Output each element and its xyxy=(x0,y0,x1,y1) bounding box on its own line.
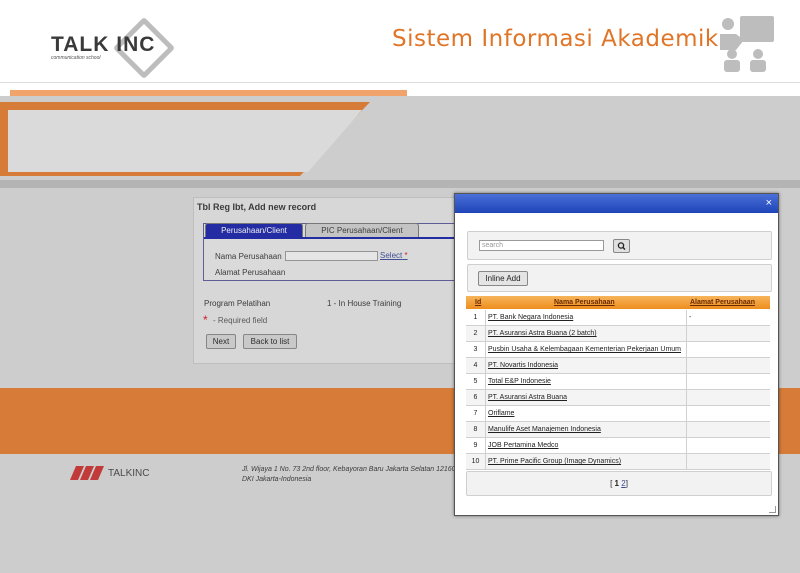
table-row[interactable]: 7 Oriflame xyxy=(466,406,770,422)
row-id: 2 xyxy=(466,326,486,341)
row-address xyxy=(686,326,770,341)
footer-address-line1: Jl. Wijaya 1 No. 73 2nd floor, Kebayoran… xyxy=(242,466,458,473)
program-pelatihan-label: Program Pelatihan xyxy=(204,299,271,308)
row-address xyxy=(686,454,770,469)
nama-perusahaan-input[interactable] xyxy=(285,251,378,261)
row-company-link[interactable]: PT. Bank Negara Indonesia xyxy=(488,310,685,325)
logo-card xyxy=(8,110,308,172)
row-company-link[interactable]: PT. Novartis Indonesia xyxy=(488,358,685,373)
row-id: 8 xyxy=(466,422,486,437)
select-company-link[interactable]: Select * xyxy=(380,251,408,260)
logo-tagline: communication school xyxy=(51,55,101,61)
row-company-link[interactable]: PT. Prime Pacific Group (Image Dynamics) xyxy=(488,454,685,469)
required-star: * xyxy=(404,251,408,260)
program-pelatihan-value: 1 - In House Training xyxy=(327,299,402,308)
table-row[interactable]: 1 PT. Bank Negara Indonesia - xyxy=(466,310,770,326)
pager-open-bracket: [ xyxy=(610,479,613,488)
row-address xyxy=(686,374,770,389)
table-row[interactable]: 9 JOB Pertamina Medco xyxy=(466,438,770,454)
search-toolbar: search xyxy=(467,231,772,260)
grid-header: Id Nama Perusahaan Alamat Perusahaan xyxy=(466,296,770,309)
row-company-link[interactable]: Total E&P Indonesie xyxy=(488,374,685,389)
search-input[interactable]: search xyxy=(479,240,604,251)
row-company-link[interactable]: PT. Asuransi Astra Buana (2 batch) xyxy=(488,326,685,341)
row-id: 5 xyxy=(466,374,486,389)
table-row[interactable]: 10 PT. Prime Pacific Group (Image Dynami… xyxy=(466,454,770,470)
inline-add-toolbar: Inline Add xyxy=(467,264,772,292)
required-note: - Required field xyxy=(213,316,268,325)
required-asterisk-icon: * xyxy=(203,313,208,327)
row-address xyxy=(686,342,770,357)
search-icon xyxy=(617,242,626,250)
header-bottom-bar xyxy=(0,180,800,188)
search-button[interactable] xyxy=(613,239,630,253)
row-company-link[interactable]: Oriflame xyxy=(488,406,685,421)
row-address xyxy=(686,438,770,453)
footer-brand: TALKINC xyxy=(108,468,150,479)
row-id: 3 xyxy=(466,342,486,357)
pagination: [ 1 2] xyxy=(466,471,772,496)
row-address xyxy=(686,358,770,373)
nama-perusahaan-label: Nama Perusahaan xyxy=(215,252,282,261)
row-id: 6 xyxy=(466,390,486,405)
row-id: 9 xyxy=(466,438,486,453)
row-company-link[interactable]: Pusbin Usaha & Kelembagaan Kementerian P… xyxy=(488,342,685,357)
row-address: - xyxy=(686,310,770,325)
row-company-link[interactable]: Manulife Aset Manajemen Indonesia xyxy=(488,422,685,437)
tab-container: Perusahaan/Client PIC Perusahaan/Client … xyxy=(203,223,457,281)
row-address xyxy=(686,406,770,421)
alamat-perusahaan-label: Alamat Perusahaan xyxy=(215,268,286,277)
dialog-titlebar[interactable]: × xyxy=(455,194,778,213)
footer-address-line2: DKI Jakarta-Indonesia xyxy=(242,476,312,483)
resize-handle-icon[interactable] xyxy=(769,506,776,513)
site-header xyxy=(0,96,800,188)
row-id: 1 xyxy=(466,310,486,325)
table-row[interactable]: 6 PT. Asuransi Astra Buana xyxy=(466,390,770,406)
classroom-icon xyxy=(720,16,774,72)
close-icon[interactable]: × xyxy=(766,197,772,209)
table-row[interactable]: 4 PT. Novartis Indonesia xyxy=(466,358,770,374)
column-header-id[interactable]: Id xyxy=(475,299,481,306)
select-link-text[interactable]: Select xyxy=(380,251,402,260)
table-row[interactable]: 8 Manulife Aset Manajemen Indonesia xyxy=(466,422,770,438)
site-logo[interactable]: TALK INC xyxy=(51,33,155,57)
next-button[interactable]: Next xyxy=(206,334,236,349)
row-id: 10 xyxy=(466,454,486,469)
row-address xyxy=(686,422,770,437)
inline-add-button[interactable]: Inline Add xyxy=(478,271,528,286)
table-row[interactable]: 5 Total E&P Indonesie xyxy=(466,374,770,390)
row-id: 4 xyxy=(466,358,486,373)
top-divider xyxy=(0,82,800,83)
footer-address: Jl. Wijaya 1 No. 73 2nd floor, Kebayoran… xyxy=(242,465,462,485)
logo-card-tip xyxy=(308,110,362,172)
site-title: Sistem Informasi Akademik xyxy=(392,26,719,52)
column-header-alamat-perusahaan[interactable]: Alamat Perusahaan xyxy=(690,299,755,306)
table-row[interactable]: 2 PT. Asuransi Astra Buana (2 batch) xyxy=(466,326,770,342)
row-id: 7 xyxy=(466,406,486,421)
column-header-nama-perusahaan[interactable]: Nama Perusahaan xyxy=(554,299,615,306)
back-to-list-button[interactable]: Back to list xyxy=(243,334,297,349)
row-address xyxy=(686,390,770,405)
table-row[interactable]: 3 Pusbin Usaha & Kelembagaan Kementerian… xyxy=(466,342,770,358)
pager-page-current: 1 xyxy=(614,479,619,488)
tab-underline xyxy=(204,237,456,239)
panel-title: Tbl Reg Ibt, Add new record xyxy=(197,202,317,212)
pager-close-bracket: ] xyxy=(625,479,628,488)
row-company-link[interactable]: JOB Pertamina Medco xyxy=(488,438,685,453)
add-record-panel: Tbl Reg Ibt, Add new record Perusahaan/C… xyxy=(193,197,457,364)
footer-logo-icon xyxy=(70,466,104,480)
row-company-link[interactable]: PT. Asuransi Astra Buana xyxy=(488,390,685,405)
